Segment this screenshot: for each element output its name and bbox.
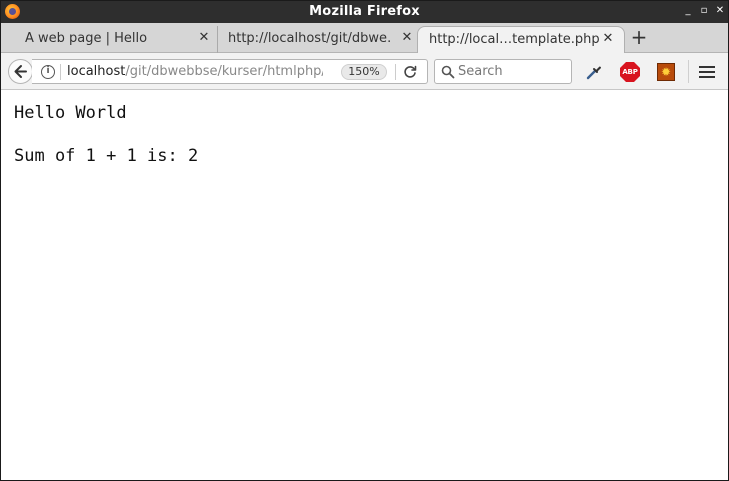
close-tab-icon[interactable]: ✕ (601, 32, 615, 46)
extension-sun-icon[interactable]: ✹ (657, 63, 675, 81)
adblock-plus-label: ABP (620, 62, 640, 82)
url-separator (60, 64, 61, 80)
sum-text: Sum of 1 + 1 is: 2 (14, 146, 199, 166)
tab-template-php-active[interactable]: http://local…template.php ✕ (417, 26, 625, 54)
tab-hello[interactable]: A web page | Hello ✕ (13, 26, 217, 53)
toolbar-separator (688, 60, 689, 83)
navigation-bar: i localhost/git/dbwebbse/kurser/htmlphp/… (1, 53, 728, 90)
tab-label: http://local…template.php (429, 32, 599, 47)
url-text[interactable]: localhost/git/dbwebbse/kurser/htmlphp/e (67, 64, 323, 79)
site-info-icon[interactable]: i (41, 65, 55, 79)
search-bar[interactable] (434, 59, 572, 84)
url-path: /git/dbwebbse/kurser/htmlphp/e (125, 64, 323, 79)
tab-label: A web page | Hello (25, 31, 148, 46)
back-arrow-icon (14, 65, 27, 78)
adblock-plus-icon[interactable]: ABP (620, 62, 640, 82)
zoom-level-badge[interactable]: 150% (341, 64, 387, 80)
tab-label: http://localhost/git/dbwe… (228, 31, 390, 46)
close-window-button[interactable]: ✕ (713, 4, 727, 18)
page-content: Hello World Sum of 1 + 1 is: 2 (1, 91, 728, 480)
window-title: Mozilla Firefox (309, 4, 420, 19)
close-tab-icon[interactable]: ✕ (400, 31, 414, 45)
reload-separator (395, 64, 396, 80)
url-host: localhost (67, 64, 126, 79)
eyedropper-icon[interactable] (584, 62, 604, 82)
new-tab-button[interactable]: + (629, 27, 649, 48)
hello-text: Hello World (14, 103, 127, 123)
maximize-button[interactable]: ▫ (697, 4, 711, 18)
title-bar: Mozilla Firefox _ ▫ ✕ (1, 1, 728, 23)
tab-localhost-dbwebbse[interactable]: http://localhost/git/dbwe… ✕ (217, 26, 417, 53)
tab-strip: A web page | Hello ✕ http://localhost/gi… (1, 23, 728, 54)
minimize-button[interactable]: _ (681, 4, 695, 18)
search-input[interactable] (458, 63, 566, 80)
browser-window: Mozilla Firefox _ ▫ ✕ A web page | Hello… (0, 0, 729, 481)
search-icon (441, 65, 455, 79)
back-button[interactable] (8, 59, 33, 84)
url-bar[interactable]: i localhost/git/dbwebbse/kurser/htmlphp/… (32, 59, 428, 84)
hamburger-menu-icon[interactable] (698, 63, 716, 81)
close-tab-icon[interactable]: ✕ (197, 31, 211, 45)
reload-icon[interactable] (402, 64, 418, 80)
